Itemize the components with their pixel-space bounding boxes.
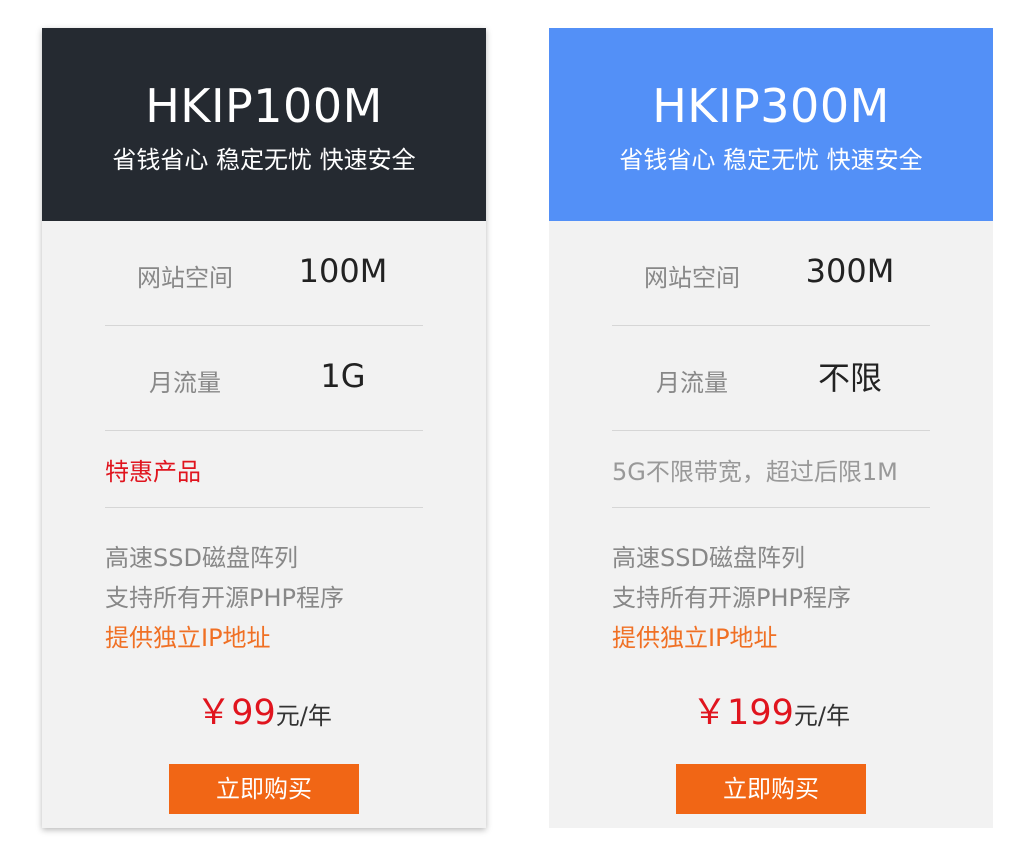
spec-row-space: 网站空间 100M [105,221,423,326]
price-currency: ￥ [692,693,728,733]
price-amount: 99 [231,693,276,733]
feature-list: 高速SSD磁盘阵列 支持所有开源PHP程序 提供独立IP地址 [105,508,423,658]
plan-price: ￥199元/年 [612,690,930,739]
plan-slogan: 省钱省心 稳定无忧 快速安全 [619,146,923,174]
plan-body: 网站空间 100M 月流量 1G 特惠产品 高速SSD磁盘阵列 支持所有开源PH… [105,221,423,814]
spec-value: 300M [805,252,895,290]
spec-row-traffic: 月流量 不限 [612,326,930,431]
plan-header: HKIP300M 省钱省心 稳定无忧 快速安全 [549,28,993,221]
plan-header: HKIP100M 省钱省心 稳定无忧 快速安全 [42,28,486,221]
spec-row-space: 网站空间 300M [612,221,930,326]
plan-title: HKIP100M [145,79,383,133]
plan-card-hkip100m: HKIP100M 省钱省心 稳定无忧 快速安全 网站空间 100M 月流量 1G… [42,28,486,828]
feature-list: 高速SSD磁盘阵列 支持所有开源PHP程序 提供独立IP地址 [612,508,930,658]
feature-item: 支持所有开源PHP程序 [105,584,344,612]
price-unit: 元/年 [793,702,850,730]
buy-now-button[interactable]: 立即购买 [169,764,359,814]
feature-item: 提供独立IP地址 [612,624,778,652]
spec-value: 1G [320,357,366,395]
spec-row-traffic: 月流量 1G [105,326,423,431]
spec-value: 100M [298,252,388,290]
plan-note: 5G不限带宽，超过后限1M [612,431,930,508]
spec-label: 网站空间 [137,263,233,292]
buy-now-button[interactable]: 立即购买 [676,764,866,814]
spec-label: 网站空间 [644,263,740,292]
spec-label: 月流量 [149,368,221,397]
plan-title: HKIP300M [652,79,890,133]
price-amount: 199 [727,693,794,733]
plan-slogan: 省钱省心 稳定无忧 快速安全 [112,146,416,174]
feature-item: 提供独立IP地址 [105,624,271,652]
price-unit: 元/年 [275,702,332,730]
spec-label: 月流量 [656,368,728,397]
plan-body: 网站空间 300M 月流量 不限 5G不限带宽，超过后限1M 高速SSD磁盘阵列… [612,221,930,814]
plan-price: ￥99元/年 [105,690,423,739]
plan-note: 特惠产品 [105,431,423,508]
feature-item: 高速SSD磁盘阵列 [612,544,805,572]
spec-value: 不限 [817,359,882,397]
plan-card-hkip300m: HKIP300M 省钱省心 稳定无忧 快速安全 网站空间 300M 月流量 不限… [549,28,993,828]
pricing-page: HKIP100M 省钱省心 稳定无忧 快速安全 网站空间 100M 月流量 1G… [0,0,1015,845]
feature-item: 支持所有开源PHP程序 [612,584,851,612]
feature-item: 高速SSD磁盘阵列 [105,544,298,572]
price-currency: ￥ [196,693,232,733]
